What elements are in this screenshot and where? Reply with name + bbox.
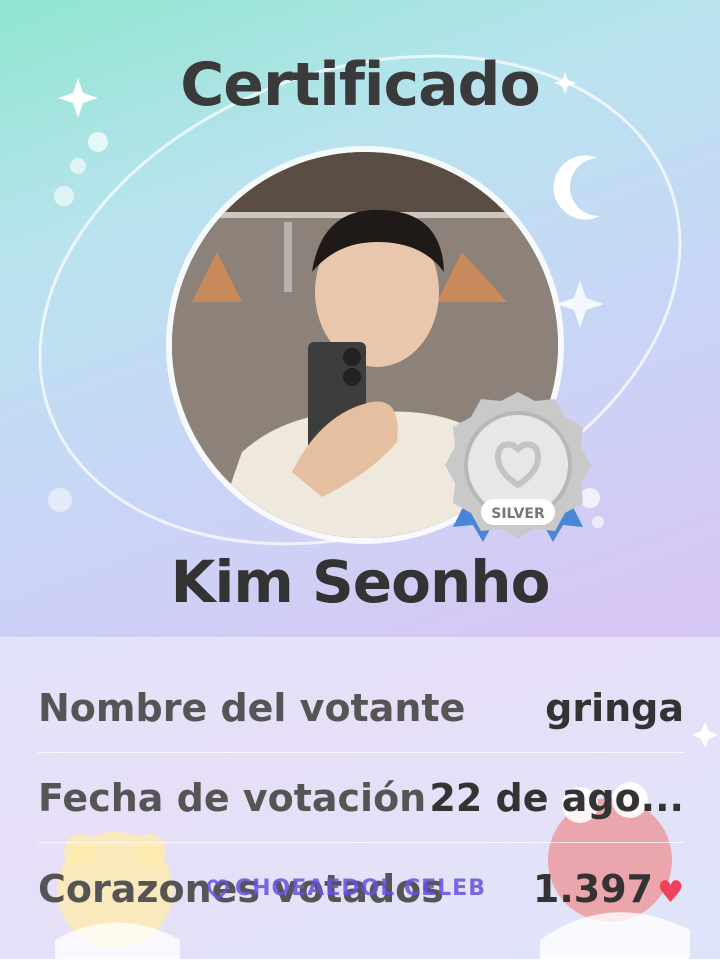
voter-name-label: Nombre del votante [38, 686, 466, 730]
certificate-title: Certificado [180, 50, 540, 120]
vote-date-value: 22 de ago... [429, 776, 684, 820]
vote-date-label: Fecha de votación [38, 776, 427, 820]
voter-name-value: gringa [545, 686, 684, 730]
hearts-voted-value: 1.397 [532, 867, 654, 911]
badge-tier-label: SILVER [491, 506, 545, 522]
silver-medal-badge-icon: SILVER [445, 392, 591, 542]
hearts-voted-value-wrap: 1.397 ♥ [533, 867, 684, 911]
moon-icon [553, 155, 600, 220]
heart-icon: ♥ [657, 875, 684, 910]
watermark: CHOEAEDOL CELEB [205, 876, 486, 901]
vote-date-row: Fecha de votación 22 de ago... [38, 754, 684, 843]
celebrity-name: Kim Seonho [170, 548, 551, 616]
watermark-text: CHOEAEDOL CELEB [235, 876, 486, 901]
sparkle-icon [556, 280, 604, 328]
choeaedol-logo-icon [207, 878, 229, 900]
voter-name-row: Nombre del votante gringa [38, 664, 684, 753]
